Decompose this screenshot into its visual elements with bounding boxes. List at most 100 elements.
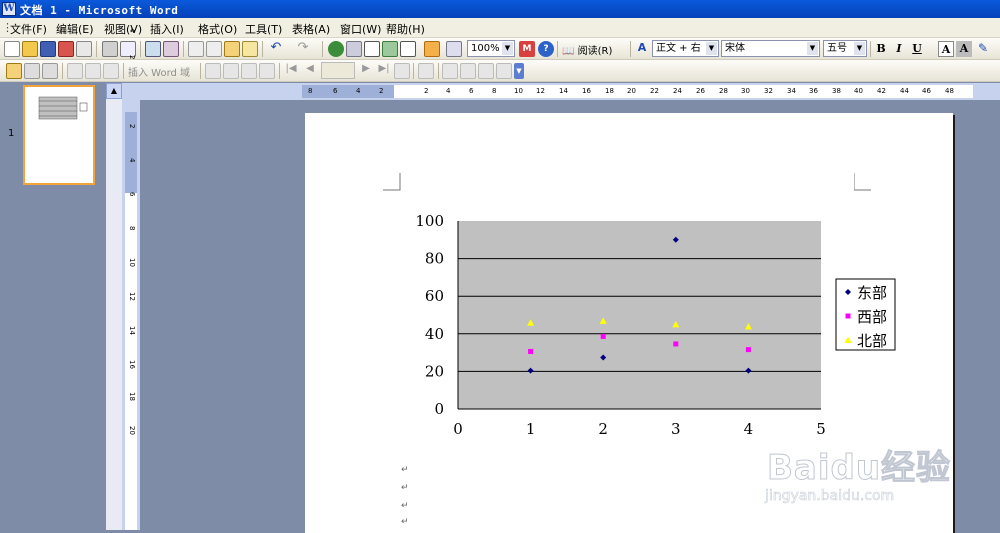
menu-format[interactable]: 格式(O)	[198, 21, 237, 37]
legend-marker	[845, 313, 851, 319]
spelling-icon[interactable]	[145, 41, 161, 57]
chevron-down-icon[interactable]: ▼	[807, 42, 818, 55]
font-color-button[interactable]: A	[938, 41, 954, 57]
legend-label: 东部	[857, 284, 887, 302]
menu-window[interactable]: 窗口(W)	[340, 21, 381, 37]
merge-to-printer-icon[interactable]	[460, 63, 476, 79]
merge-to-document-icon[interactable]	[442, 63, 458, 79]
highlight-fields-icon[interactable]	[223, 63, 239, 79]
propagate-labels-icon[interactable]	[259, 63, 275, 79]
menu-table[interactable]: 表格(A)	[292, 21, 330, 37]
format-painter-icon[interactable]	[242, 41, 258, 57]
print-icon[interactable]	[102, 41, 118, 57]
merge-fields-icon[interactable]	[103, 63, 119, 79]
toolbar-options-icon[interactable]: ▼	[514, 63, 524, 79]
last-record-icon[interactable]: ▶|	[376, 63, 392, 79]
zoom-dropdown[interactable]: 100% ▼	[467, 40, 515, 57]
horizontal-ruler[interactable]: 8 6 4 2 2 4 6 8 10 12 14 16 18 20 22 24 26 28 30 32 34 36 38 40…	[122, 83, 1000, 100]
match-fields-icon[interactable]	[241, 63, 257, 79]
styles-formatting-icon[interactable]: A	[634, 41, 650, 57]
save-icon[interactable]	[40, 41, 56, 57]
chevron-down-icon[interactable]: ▼	[854, 42, 865, 55]
italic-button[interactable]: I	[891, 41, 907, 57]
ruler-tick-label: 18	[128, 392, 136, 401]
y-tick-label: 100	[415, 212, 444, 230]
char-shading-button[interactable]: A	[956, 41, 972, 57]
paste-icon[interactable]	[224, 41, 240, 57]
recipients-icon[interactable]	[42, 63, 58, 79]
page-thumbnail[interactable]	[23, 85, 95, 185]
chevron-down-icon[interactable]: ▼	[502, 42, 513, 55]
tables-borders-icon[interactable]	[346, 41, 362, 57]
record-number-input[interactable]	[321, 62, 355, 79]
vertical-ruler[interactable]: 4 2 2 4 6 8 10 12 14 16 18 20	[122, 28, 140, 530]
hyperlink-icon[interactable]	[328, 41, 344, 57]
next-record-icon[interactable]: ▶	[358, 63, 374, 79]
mail-icon[interactable]: M	[519, 41, 535, 57]
read-mode-button[interactable]: 📖 阅读(R)	[562, 42, 612, 57]
thumbnail-scrollbar[interactable]: ▲	[106, 83, 122, 530]
style-dropdown[interactable]: 正文 + 右 ▼	[652, 40, 719, 57]
ruler-tick-label: 22	[650, 87, 659, 95]
permission-icon[interactable]	[58, 41, 74, 57]
open-data-source-icon[interactable]	[24, 63, 40, 79]
research-icon[interactable]	[163, 41, 179, 57]
cut-icon[interactable]	[188, 41, 204, 57]
find-entry-icon[interactable]	[394, 63, 410, 79]
separator	[183, 41, 184, 57]
open-folder-icon[interactable]	[22, 41, 38, 57]
separator	[413, 63, 414, 79]
previous-record-icon[interactable]: ◀	[302, 63, 318, 79]
ruler-tick-label: 8	[128, 226, 136, 231]
ruler-tick-label: 2	[128, 124, 136, 129]
menu-file[interactable]: 文件(F)	[10, 21, 47, 37]
plot-area[interactable]	[458, 221, 821, 409]
address-block-icon[interactable]	[67, 63, 83, 79]
undo-icon[interactable]: ↶	[268, 41, 284, 57]
font-size-dropdown[interactable]: 五号 ▼	[823, 40, 867, 57]
highlight-icon[interactable]: ✎	[975, 41, 991, 57]
y-axis-ticks: 0 20 40 60 80 100	[415, 212, 444, 418]
chevron-down-icon[interactable]: ▼	[706, 42, 717, 55]
insert-table-icon[interactable]	[364, 41, 380, 57]
ruler-tick-label: 12	[536, 87, 545, 95]
insert-word-field-button[interactable]: 插入 Word 域	[128, 64, 190, 79]
font-dropdown[interactable]: 宋体 ▼	[721, 40, 820, 57]
legend[interactable]: 东部西部北部	[835, 278, 896, 351]
drawing-icon[interactable]	[424, 41, 440, 57]
ruler-tick-label: 8	[308, 87, 313, 95]
help-icon[interactable]: ?	[538, 41, 554, 57]
first-record-icon[interactable]: |◀	[283, 63, 299, 79]
view-merged-icon[interactable]	[205, 63, 221, 79]
menu-edit[interactable]: 编辑(E)	[56, 21, 94, 37]
underline-button[interactable]: U	[909, 41, 925, 57]
scroll-up-arrow-icon[interactable]: ▲	[106, 83, 122, 99]
insert-excel-icon[interactable]	[382, 41, 398, 57]
separator	[96, 41, 97, 57]
columns-icon[interactable]	[400, 41, 416, 57]
new-document-icon[interactable]	[4, 41, 20, 57]
document-map-icon[interactable]	[446, 41, 462, 57]
menu-help[interactable]: 帮助(H)	[386, 21, 425, 37]
email-icon[interactable]	[76, 41, 92, 57]
main-document-icon[interactable]	[6, 63, 22, 79]
y-tick-label: 80	[425, 250, 444, 268]
merge-to-fax-icon[interactable]	[496, 63, 512, 79]
x-tick-label: 3	[671, 420, 681, 438]
merge-to-email-icon[interactable]	[478, 63, 494, 79]
redo-icon[interactable]: ↷	[295, 41, 311, 57]
watermark-brand: Baidu经验	[766, 448, 952, 489]
paragraph-mark: ↵	[401, 517, 409, 527]
bold-button[interactable]: B	[873, 41, 889, 57]
scatter-chart[interactable]: 020406080100 012345 东部西部北部	[410, 205, 910, 450]
greeting-line-icon[interactable]	[85, 63, 101, 79]
word-app-icon[interactable]: W	[2, 2, 16, 16]
menu-view[interactable]: 视图(V)	[104, 21, 142, 37]
ruler-tick-label: 48	[945, 87, 954, 95]
separator	[140, 41, 141, 57]
thumbnail-chart-preview	[38, 96, 88, 120]
menu-tools[interactable]: 工具(T)	[245, 21, 282, 37]
copy-icon[interactable]	[206, 41, 222, 57]
menu-insert[interactable]: 插入(I)	[150, 21, 184, 37]
check-errors-icon[interactable]	[418, 63, 434, 79]
